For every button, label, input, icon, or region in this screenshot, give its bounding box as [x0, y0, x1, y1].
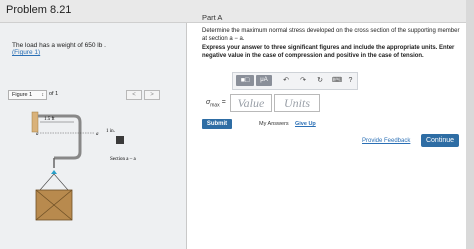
- give-up-link[interactable]: Give Up: [295, 121, 316, 127]
- sling-right: [53, 173, 69, 191]
- problem-title: Problem 8.21: [6, 4, 72, 16]
- units-input[interactable]: Units: [274, 94, 320, 112]
- units-icon[interactable]: μA: [256, 75, 272, 86]
- next-figure-button[interactable]: >: [144, 90, 160, 100]
- figure-link[interactable]: (Figure 1): [12, 49, 106, 56]
- answer-toolbar: ■□ μA ↶ ↷ ↻ ⌨ ?: [232, 72, 358, 90]
- continue-button[interactable]: Continue: [421, 134, 459, 147]
- problem-figure: 1.5 ft a a 1 in. Section a – a: [31, 111, 136, 221]
- problem-text: The load has a weight of 650 lb .: [12, 42, 106, 49]
- section-point-a-left: a: [36, 132, 39, 137]
- select-arrows-icon: ↕: [41, 92, 45, 98]
- sigma-subscript: max: [210, 102, 220, 109]
- sling-left: [39, 173, 55, 191]
- figure-select-value: Figure 1: [12, 92, 33, 98]
- cross-section-shape: [116, 136, 124, 144]
- inch-label: 1 in.: [106, 129, 115, 134]
- part-a-instruction: Express your answer to three significant…: [202, 45, 455, 59]
- figure-navigator: Figure 1 ↕ of 1 < >: [8, 90, 162, 100]
- section-label: Section a – a: [110, 157, 136, 162]
- support-member: [38, 114, 82, 160]
- keyboard-icon[interactable]: ⌨: [331, 75, 343, 86]
- pane-divider: [186, 23, 187, 249]
- prev-figure-button[interactable]: <: [126, 90, 142, 100]
- submit-button[interactable]: Submit: [202, 119, 232, 129]
- templates-icon[interactable]: ■□: [236, 75, 254, 86]
- right-edge-strip: [466, 0, 474, 249]
- problem-statement: The load has a weight of 650 lb . (Figur…: [12, 42, 106, 56]
- figure-count: of 1: [49, 91, 59, 97]
- figure-select[interactable]: Figure 1 ↕: [8, 90, 47, 100]
- section-point-a-right: a: [96, 132, 99, 137]
- part-a-title: Part A: [202, 13, 223, 22]
- load-arrow-icon: [51, 170, 57, 174]
- reset-icon[interactable]: ↻: [314, 75, 326, 86]
- wall-support: [31, 111, 39, 133]
- problem-header: Problem 8.21: [0, 0, 474, 23]
- provide-feedback-link[interactable]: Provide Feedback: [362, 138, 410, 144]
- undo-icon[interactable]: ↶: [280, 75, 292, 86]
- part-a-question: Determine the maximum normal stress deve…: [202, 28, 460, 42]
- answer-label: σmax =: [206, 99, 226, 108]
- dimension-label: 1.5 ft: [44, 117, 55, 122]
- my-answers-link[interactable]: My Answers: [259, 121, 289, 127]
- help-icon[interactable]: ?: [346, 75, 355, 86]
- redo-icon[interactable]: ↷: [297, 75, 309, 86]
- value-input[interactable]: Value: [230, 94, 272, 112]
- equals-sign: =: [221, 99, 226, 106]
